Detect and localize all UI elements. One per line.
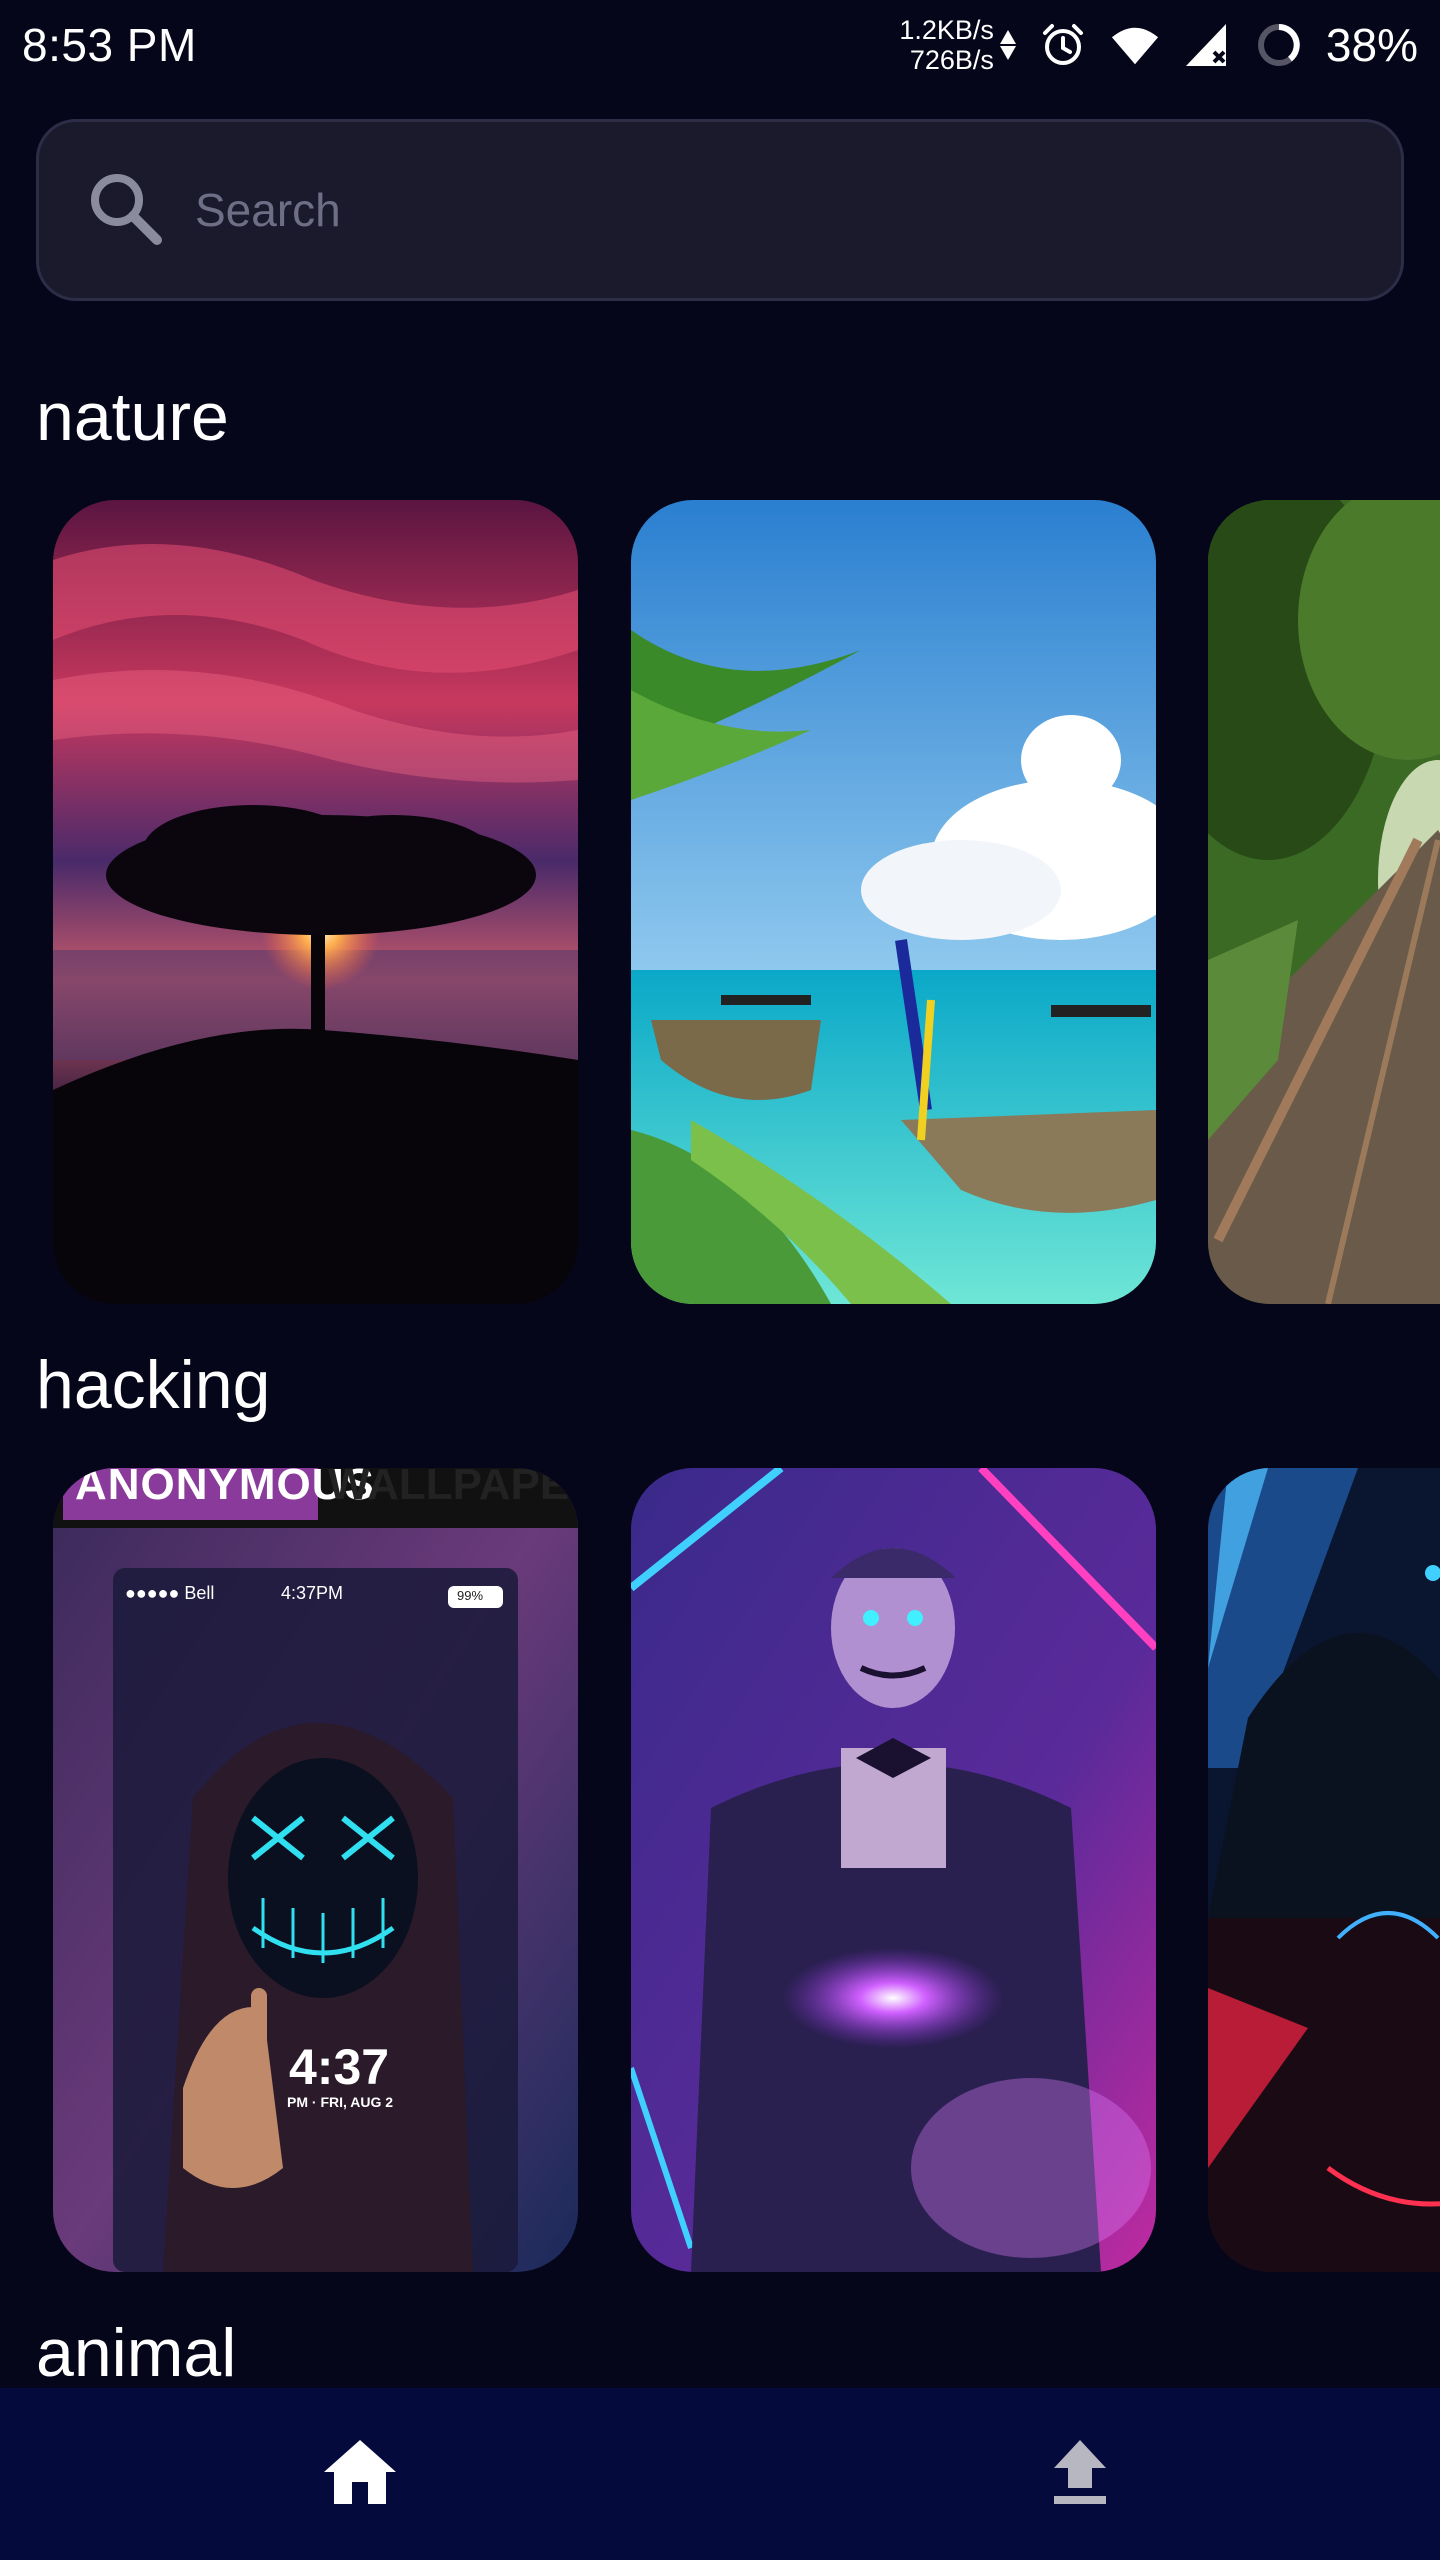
battery-ring-icon (1254, 20, 1304, 70)
status-time: 8:53 PM (22, 19, 197, 71)
alarm-icon (1038, 20, 1088, 70)
upload-rate: 1.2KB/s (899, 15, 994, 45)
app-screen: 8:53 PM 1.2KB/s 726B/s 38% Search nature… (0, 0, 1440, 2560)
signal-icon (1182, 20, 1232, 70)
search-bar[interactable] (36, 119, 1404, 301)
section-title-hacking: hacking (36, 1347, 271, 1423)
search-icon (85, 168, 165, 253)
battery-percent: 38% (1325, 19, 1418, 71)
bottom-navigation (0, 2388, 1440, 2560)
upload-icon (1050, 2438, 1110, 2511)
section-title-nature: nature (36, 379, 229, 455)
hacking-wallpaper-row[interactable]: ANONYMOUS WALLPAPERS ●●●●● Bell 4:37PM 9… (0, 1468, 1440, 2272)
wallpapers-banner-text: WALLPAPERS (328, 1468, 578, 1509)
forest-railway-wallpaper[interactable] (1208, 500, 1440, 1304)
search-input[interactable] (193, 182, 1297, 238)
hooded-hacker-wallpaper[interactable] (1208, 1468, 1440, 2272)
sunset-tree-wallpaper[interactable] (53, 500, 578, 1304)
nav-upload[interactable] (720, 2388, 1440, 2560)
phone-carrier: ●●●●● Bell (125, 1583, 215, 1603)
lockscreen-date: PM · FRI, AUG 2 (287, 2094, 394, 2110)
nature-wallpaper-row[interactable] (0, 500, 1440, 1304)
nav-home[interactable] (0, 2388, 720, 2560)
phone-battery: 99% (457, 1588, 484, 1603)
wifi-icon (1110, 20, 1160, 70)
home-icon (322, 2438, 398, 2511)
status-bar: 8:53 PM 1.2KB/s 726B/s 38% (0, 0, 1440, 90)
network-speed: 1.2KB/s 726B/s (899, 15, 1016, 75)
neon-anonymous-man-wallpaper[interactable] (631, 1468, 1156, 2272)
download-rate: 726B/s (909, 45, 994, 75)
section-title-animal: animal (36, 2315, 237, 2391)
phone-time: 4:37PM (281, 1583, 344, 1603)
traffic-arrows-icon (999, 30, 1016, 60)
tropical-boats-wallpaper[interactable] (631, 500, 1156, 1304)
neon-mask-hacker-wallpaper[interactable]: ANONYMOUS WALLPAPERS ●●●●● Bell 4:37PM 9… (53, 1468, 578, 2272)
status-icons: 1.2KB/s 726B/s 38% (899, 15, 1418, 75)
lockscreen-clock: 4:37 (289, 2039, 390, 2095)
